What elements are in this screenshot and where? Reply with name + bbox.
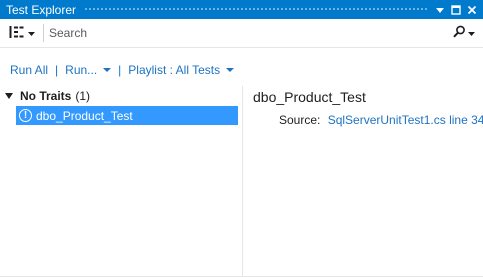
chevron-down-icon bbox=[468, 26, 475, 40]
toolbar-separator bbox=[43, 24, 44, 42]
chevron-down-icon bbox=[226, 68, 235, 72]
search-icon bbox=[453, 25, 466, 41]
detail-source: Source: SqlServerUnitTest1.cs line 34 bbox=[279, 113, 483, 127]
maximize-icon[interactable] bbox=[451, 4, 461, 15]
group-by-button[interactable] bbox=[6, 23, 38, 43]
title-grip[interactable] bbox=[84, 7, 427, 12]
group-name: No Traits bbox=[20, 89, 72, 103]
chevron-down-icon bbox=[103, 68, 112, 72]
chevron-down-icon bbox=[28, 26, 35, 40]
search-input[interactable] bbox=[49, 23, 453, 43]
playlist-dropdown[interactable]: Playlist : All Tests bbox=[128, 63, 235, 77]
test-list-pane: No Traits (1) ! dbo_Product_Test bbox=[0, 86, 243, 277]
run-dropdown[interactable]: Run... bbox=[65, 63, 112, 77]
window-title: Test Explorer bbox=[6, 2, 77, 17]
run-all-button[interactable]: Run All bbox=[10, 63, 48, 77]
test-name: dbo_Product_Test bbox=[36, 108, 133, 123]
source-link[interactable]: SqlServerUnitTest1.cs line 34 bbox=[328, 113, 483, 127]
command-separator: | bbox=[118, 63, 122, 77]
command-separator: | bbox=[55, 63, 59, 77]
expand-icon[interactable] bbox=[5, 93, 13, 99]
detail-title: dbo_Product_Test bbox=[253, 89, 366, 105]
test-item[interactable]: ! dbo_Product_Test bbox=[16, 106, 238, 125]
search-toolbar bbox=[0, 19, 483, 48]
search-button[interactable] bbox=[453, 25, 475, 41]
group-by-icon bbox=[9, 25, 25, 42]
title-bar: Test Explorer bbox=[0, 0, 483, 19]
source-label: Source: bbox=[279, 113, 321, 127]
group-count: (1) bbox=[75, 89, 91, 103]
dropdown-icon[interactable] bbox=[435, 5, 445, 15]
run-label: Run... bbox=[65, 63, 98, 77]
command-bar: Run All | Run... | Playlist : All Tests bbox=[0, 56, 483, 84]
warning-icon: ! bbox=[19, 109, 32, 122]
playlist-label: Playlist : All Tests bbox=[128, 63, 221, 77]
close-icon[interactable] bbox=[467, 5, 477, 15]
trait-group-header[interactable]: No Traits (1) bbox=[0, 87, 242, 105]
test-detail-pane: dbo_Product_Test Source: SqlServerUnitTe… bbox=[243, 86, 483, 277]
